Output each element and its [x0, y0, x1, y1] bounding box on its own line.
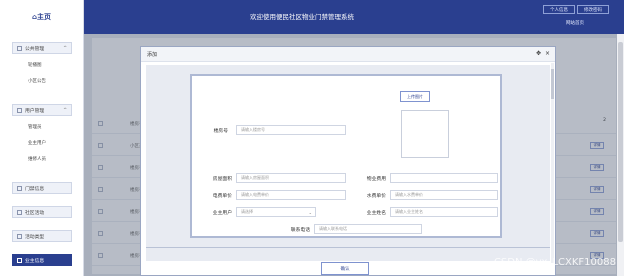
page-scrollbar-thumb[interactable]	[618, 42, 623, 242]
menu-icon	[17, 107, 22, 113]
confirm-button[interactable]: 确认	[321, 262, 369, 275]
dialog-body: 上传图片 楼房号 请输入楼房号 房屋面积 请输入房屋面积 物业费用 电费单价 请…	[146, 65, 550, 261]
property-fee-label: 物业费用	[366, 177, 386, 182]
sidebar-item-activity[interactable]: 社区活动	[12, 206, 72, 218]
top-header: ⌂主页 欢迎使用便民社区物业门禁管理系统 个人信息 修改密码 网站首页	[0, 0, 624, 34]
menu-icon	[17, 45, 22, 51]
personal-info-button[interactable]: 个人信息	[543, 5, 575, 14]
phone-label: 联系电话	[290, 228, 310, 233]
building-no-placeholder: 请输入楼房号	[241, 127, 265, 132]
home-label[interactable]: ⌂主页	[32, 12, 51, 22]
sidebar-item-label: 门禁信息	[25, 186, 45, 192]
dialog-scrollbar-thumb[interactable]	[551, 69, 554, 99]
menu-icon	[17, 185, 22, 191]
home-logo[interactable]: ⌂主页	[0, 0, 84, 34]
owner-user-select[interactable]: 请选择 ⌄	[236, 207, 316, 217]
sidebar-item-label: 社区活动	[25, 210, 45, 216]
chevron-down-icon: ⌄	[308, 209, 312, 215]
sidebar-item-activity-type[interactable]: 活动类型	[12, 230, 72, 242]
move-icon[interactable]: ✥	[536, 50, 541, 57]
dialog-header: 添加 ✥ ×	[141, 47, 555, 62]
dialog-scrollbar[interactable]	[551, 63, 554, 263]
change-password-button[interactable]: 修改密码	[577, 5, 609, 14]
water-price-label: 水费单价	[366, 194, 386, 199]
chevron-up-icon: ^	[63, 45, 67, 51]
add-form: 上传图片 楼房号 请输入楼房号 房屋面积 请输入房屋面积 物业费用 电费单价 请…	[190, 74, 502, 238]
chevron-up-icon: ^	[63, 107, 67, 113]
dialog-title: 添加	[147, 52, 158, 58]
menu-icon	[17, 233, 22, 239]
menu-icon	[17, 257, 22, 263]
sidebar: 公共管理 ^ 轮播图 小区公告 用户管理 ^ 管理员 业主用户 维修人员 门禁信…	[0, 34, 84, 276]
sidebar-item-carousel[interactable]: 轮播图	[28, 62, 42, 68]
close-icon[interactable]: ×	[545, 50, 550, 57]
electric-price-label: 电费单价	[212, 194, 232, 199]
sidebar-group-label: 用户管理	[25, 108, 45, 114]
sidebar-group-label: 公共管理	[25, 46, 45, 52]
phone-input[interactable]: 请输入联系电话	[314, 224, 422, 234]
dialog-divider	[146, 247, 550, 248]
owner-user-value: 请选择	[241, 209, 253, 214]
sidebar-item-notice[interactable]: 小区公告	[28, 78, 46, 84]
owner-name-input[interactable]: 请输入业主姓名	[390, 207, 498, 217]
sidebar-item-owner[interactable]: 业主用户	[28, 140, 46, 146]
image-preview	[401, 110, 449, 158]
building-no-label: 楼房号	[213, 129, 228, 134]
electric-price-placeholder: 请输入电费单价	[241, 192, 269, 197]
sidebar-item-access[interactable]: 门禁信息	[12, 182, 72, 194]
upload-image-button[interactable]: 上传图片	[400, 91, 430, 102]
sidebar-item-repair[interactable]: 维修人员	[28, 156, 46, 162]
owner-user-label: 业主用户	[212, 211, 232, 216]
water-price-input[interactable]: 请输入水费单价	[390, 190, 498, 200]
add-dialog: 添加 ✥ × 上传图片 楼房号 请输入楼房号 房屋面积 请输入房屋面积 物业费用…	[140, 46, 556, 276]
sidebar-group-public[interactable]: 公共管理 ^	[12, 42, 72, 54]
sidebar-item-admin[interactable]: 管理员	[28, 124, 42, 130]
property-fee-input[interactable]	[390, 173, 498, 183]
building-no-input[interactable]: 请输入楼房号	[236, 125, 346, 135]
owner-name-placeholder: 请输入业主姓名	[395, 209, 423, 214]
owner-name-label: 业主姓名	[366, 211, 386, 216]
page-scrollbar[interactable]	[617, 34, 624, 276]
site-home-link[interactable]: 网站首页	[566, 20, 584, 26]
watermark: CSDN @vx_LCXKF10088	[493, 257, 616, 268]
area-placeholder: 请输入房屋面积	[241, 175, 269, 180]
water-price-placeholder: 请输入水费单价	[395, 192, 423, 197]
sidebar-item-label: 业主信息	[25, 258, 45, 264]
phone-placeholder: 请输入联系电话	[319, 226, 347, 231]
sidebar-item-owner-info[interactable]: 业主信息	[12, 254, 72, 266]
area-label: 房屋面积	[212, 177, 232, 182]
menu-icon	[17, 209, 22, 215]
sidebar-item-label: 活动类型	[25, 234, 45, 240]
site-title: 欢迎使用便民社区物业门禁管理系统	[250, 13, 354, 21]
area-input[interactable]: 请输入房屋面积	[236, 173, 346, 183]
electric-price-input[interactable]: 请输入电费单价	[236, 190, 346, 200]
sidebar-group-users[interactable]: 用户管理 ^	[12, 104, 72, 116]
